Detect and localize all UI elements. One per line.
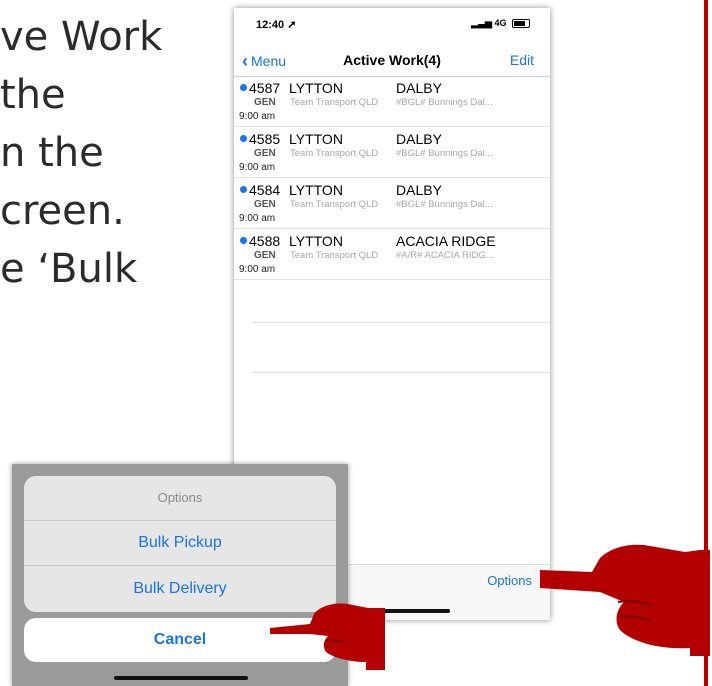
job-destination: DALBY <box>396 80 442 96</box>
job-time: 9:00 am <box>239 111 276 122</box>
job-time: 9:00 am <box>239 264 276 275</box>
job-reference: #BGL# Bunnings Dal... <box>396 148 493 159</box>
instruction-line: ve Work <box>0 14 163 60</box>
job-origin: LYTTON <box>289 233 343 249</box>
job-origin: LYTTON <box>289 131 343 147</box>
job-type: GEN <box>254 199 276 210</box>
job-type: GEN <box>254 250 276 261</box>
pointing-hand-icon <box>540 544 710 656</box>
signal-icon: ▂▃▅ <box>471 18 492 28</box>
edit-button[interactable]: Edit <box>510 52 534 68</box>
bulk-pickup-button[interactable]: Bulk Pickup <box>24 521 336 566</box>
job-carrier: Team Transport QLD <box>290 199 379 210</box>
pointing-hand-icon <box>270 603 385 670</box>
job-number: 4587 <box>249 80 281 96</box>
status-indicators: ▂▃▅ 4G <box>471 18 530 29</box>
unread-dot-icon <box>240 237 247 244</box>
job-origin: LYTTON <box>289 80 343 96</box>
job-time: 9:00 am <box>239 213 276 224</box>
list-divider <box>252 322 550 323</box>
instruction-line: n the <box>0 130 104 176</box>
job-type: GEN <box>254 148 276 159</box>
instruction-line: e ‘Bulk <box>0 246 138 292</box>
job-destination: ACACIA RIDGE <box>396 233 496 249</box>
unread-dot-icon <box>240 186 247 193</box>
job-destination: DALBY <box>396 182 442 198</box>
job-carrier: Team Transport QLD <box>290 148 379 159</box>
home-indicator <box>114 676 248 680</box>
job-destination: DALBY <box>396 131 442 147</box>
work-row[interactable]: 4584 LYTTON DALBY GEN Team Transport QLD… <box>234 178 550 229</box>
unread-dot-icon <box>240 135 247 142</box>
network-label: 4G <box>494 18 507 28</box>
job-reference: #BGL# Bunnings Dal... <box>396 97 493 108</box>
job-type: GEN <box>254 97 276 108</box>
page-title: Active Work(4) <box>343 52 441 68</box>
action-sheet-title: Options <box>24 476 336 521</box>
status-time: 12:40 ➚ <box>256 19 297 31</box>
options-button[interactable]: Options <box>487 573 532 588</box>
unread-dot-icon <box>240 84 247 91</box>
instruction-line: the <box>0 72 66 118</box>
battery-icon <box>512 19 530 29</box>
job-origin: LYTTON <box>289 182 343 198</box>
location-arrow-icon: ➚ <box>287 19 297 31</box>
active-work-list: 4587 LYTTON DALBY GEN Team Transport QLD… <box>234 76 550 280</box>
instruction-text: ve Work the n the creen. e ‘Bulk <box>0 8 162 298</box>
work-row[interactable]: 4587 LYTTON DALBY GEN Team Transport QLD… <box>234 76 550 127</box>
work-row[interactable]: 4588 LYTTON ACACIA RIDGE GEN Team Transp… <box>234 229 550 280</box>
job-number: 4584 <box>249 182 281 198</box>
instruction-line: creen. <box>0 188 125 234</box>
job-reference: #BGL# Bunnings Dal... <box>396 199 493 210</box>
job-carrier: Team Transport QLD <box>290 97 379 108</box>
job-number: 4588 <box>249 233 281 249</box>
navigation-bar: ‹ Menu Active Work(4) Edit <box>234 42 550 77</box>
job-number: 4585 <box>249 131 281 147</box>
list-divider <box>252 372 550 373</box>
job-reference: #A/R# ACACIA RIDG... <box>396 250 494 261</box>
action-sheet-group: Options Bulk Pickup Bulk Delivery <box>24 476 336 612</box>
work-row[interactable]: 4585 LYTTON DALBY GEN Team Transport QLD… <box>234 127 550 178</box>
status-bar: 12:40 ➚ ▂▃▅ 4G <box>234 8 550 42</box>
job-carrier: Team Transport QLD <box>290 250 379 261</box>
job-time: 9:00 am <box>239 162 276 173</box>
